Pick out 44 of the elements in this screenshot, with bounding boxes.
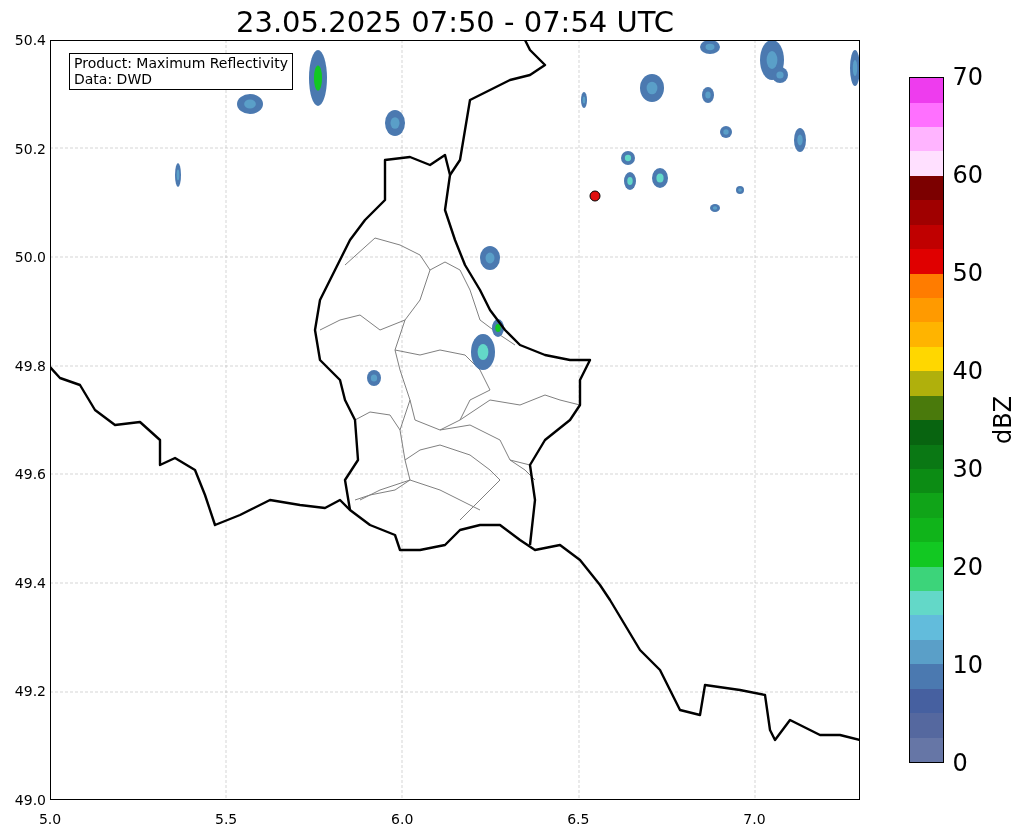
radar-echo [702,87,714,103]
longitude-tick-label: 6.0 [390,810,415,828]
longitude-tick-label: 7.0 [742,810,767,828]
radar-echo [720,126,732,138]
radar-echo [175,163,181,187]
info-text: Product: Maximum Reflectivity [74,55,288,71]
colorbar-label: dBZ [989,395,1017,445]
radar-echo [736,186,744,194]
colorbar-tick-label: 70 [952,65,983,89]
colorbar-tick-label: 50 [952,261,983,285]
latitude-tick-label: 49.8 [14,357,47,374]
radar-echo [367,370,381,386]
radar-echo [385,110,405,136]
colorbar-tick-label: 10 [952,653,983,677]
latitude-tick-label: 50.4 [14,32,47,48]
latitude-tick-label: 50.2 [14,140,47,157]
radar-echo [794,128,806,152]
radar-echo [621,151,635,165]
radar-echo [640,74,664,102]
info-text: Data: DWD [74,71,153,87]
colorbar-tick-label: 30 [952,457,983,481]
latitude-tick-label: 50.0 [14,249,47,266]
radar-echo [850,50,859,86]
colorbar-tick-label: 20 [952,555,983,579]
longitude-tick-label: 5.5 [214,810,239,828]
radar-echo [710,204,720,212]
radar-echo [480,246,500,270]
colorbar-tick-label: 60 [952,163,983,187]
radar-echo [237,94,263,114]
location-marker [589,190,601,202]
latitude-tick-label: 49.2 [14,683,47,700]
radar-echo [624,172,636,190]
longitude-tick-label: 6.5 [566,810,591,828]
colorbar-tick-label: 40 [952,359,983,383]
latitude-tick-label: 49.0 [14,791,47,808]
longitude-tick-label: 5.0 [37,810,63,828]
latitude-tick-label: 49.4 [14,574,47,591]
chart-title: 23.05.2025 07:50 - 07:54 UTC [235,4,675,40]
radar-echo [652,168,668,188]
radar-echo [700,41,720,54]
radar-echo [309,50,327,106]
radar-echo [581,92,587,108]
latitude-tick-label: 49.6 [14,466,47,483]
colorbar-tick-label: 0 [952,751,969,775]
